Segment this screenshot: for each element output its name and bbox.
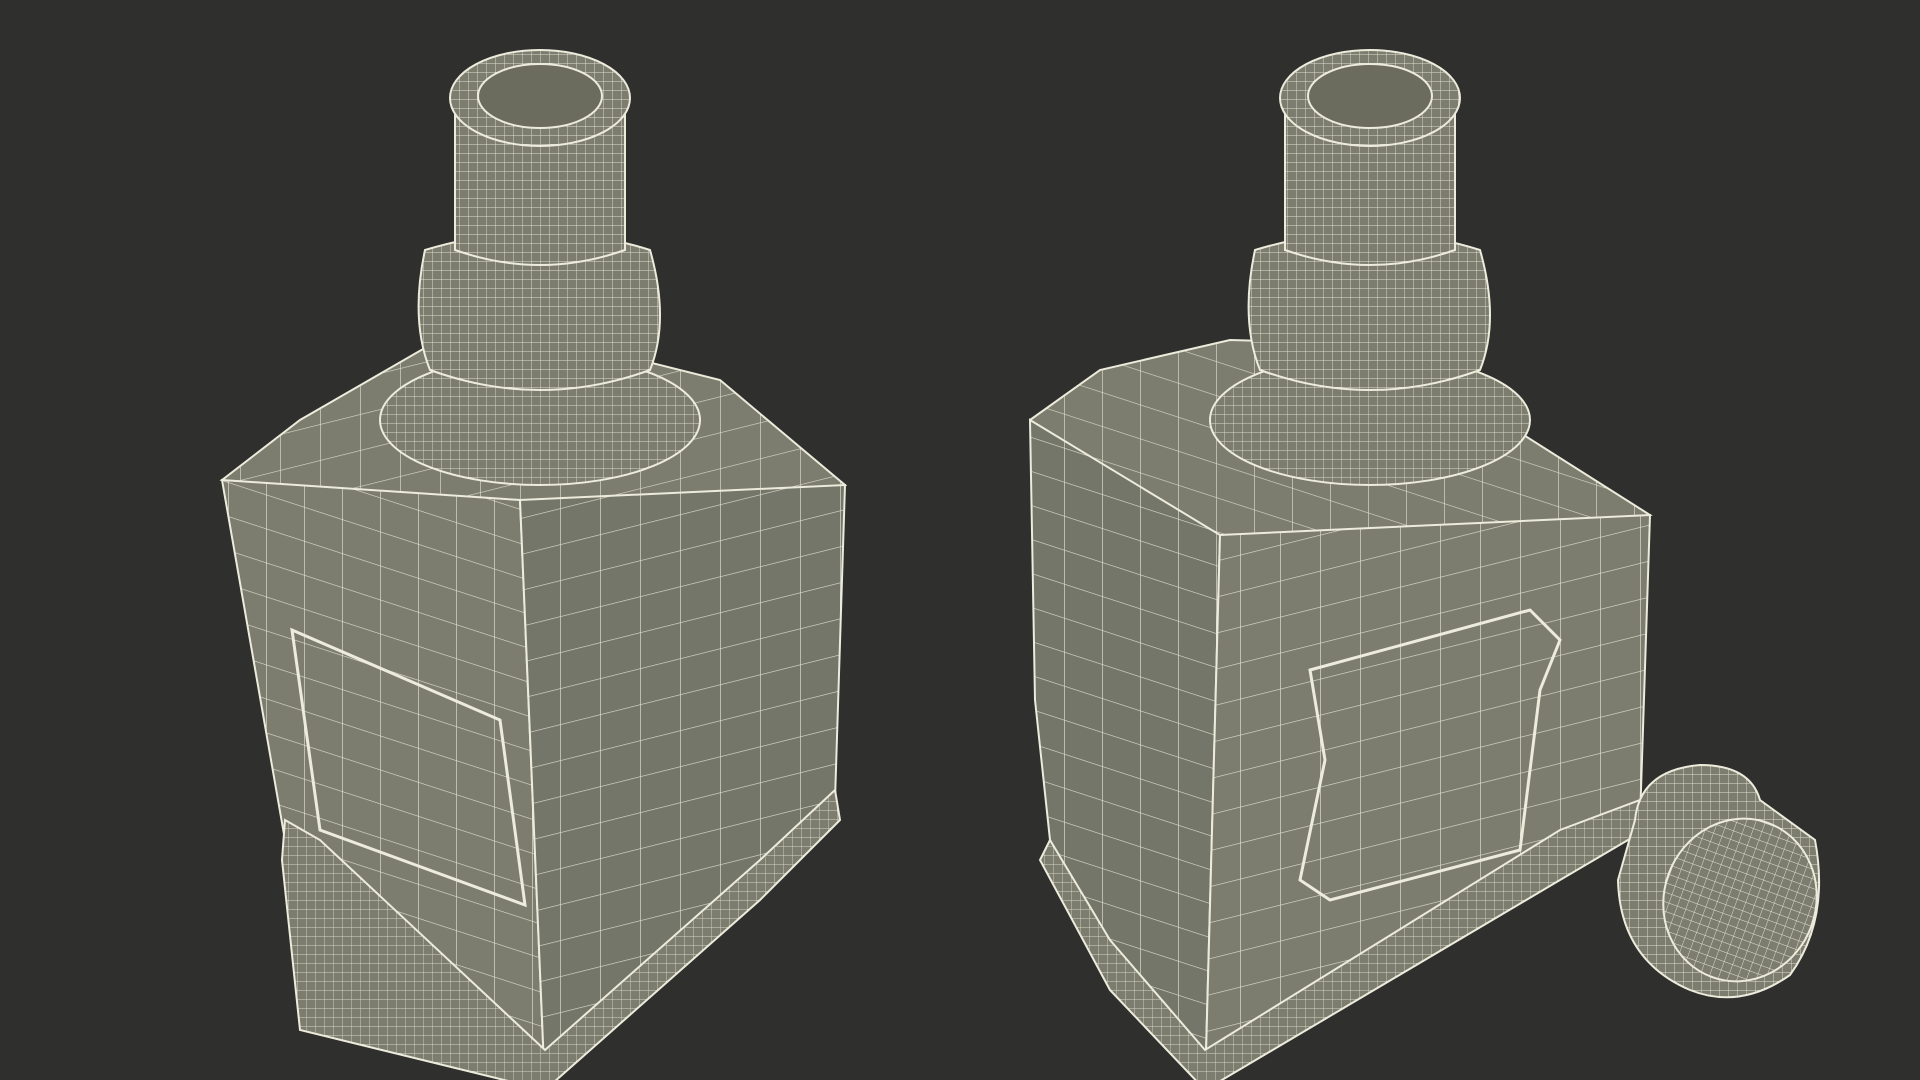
bottle-left-opening (477, 63, 603, 129)
wireframe-render (0, 0, 1920, 1080)
bottle-right-opening (1307, 63, 1433, 129)
